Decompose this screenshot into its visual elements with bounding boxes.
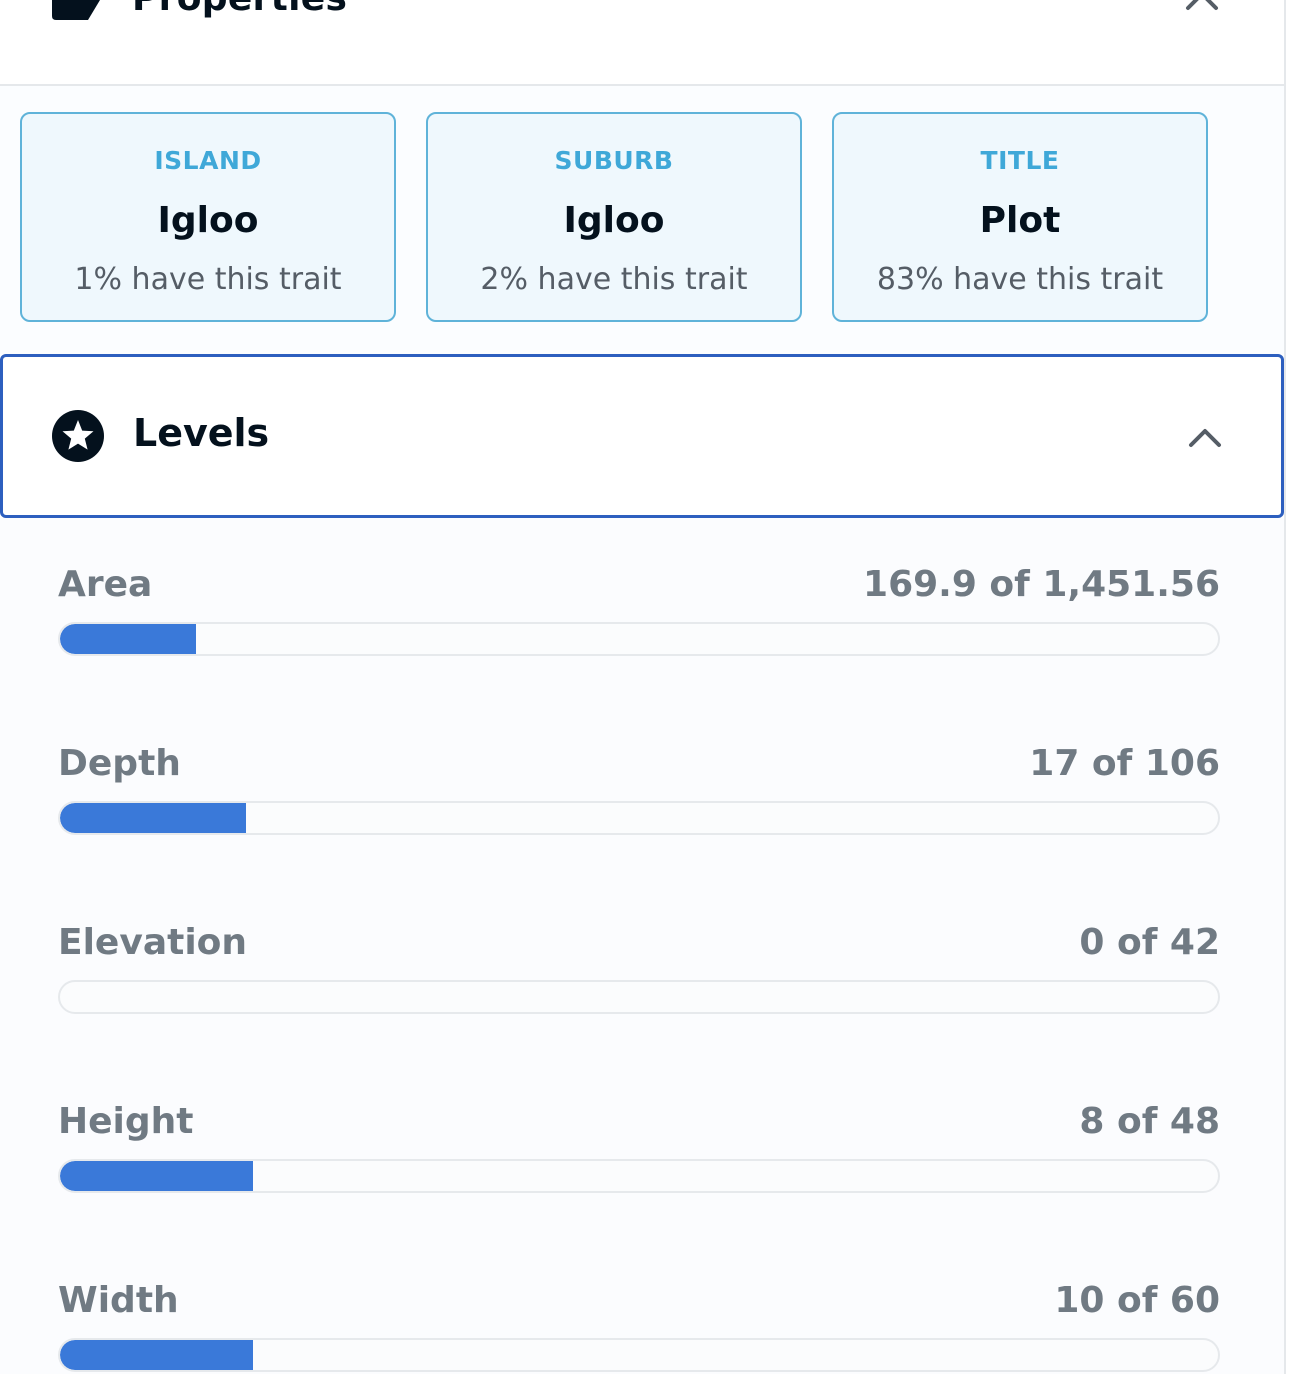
trait-card-title[interactable]: TITLE Plot 83% have this trait: [832, 112, 1208, 322]
trait-value: Plot: [979, 200, 1061, 241]
level-row-area: Area 169.9 of 1,451.56: [58, 564, 1220, 674]
chevron-up-icon[interactable]: [1184, 0, 1220, 14]
trait-card-suburb[interactable]: SUBURB Igloo 2% have this trait: [426, 112, 802, 322]
tag-icon: [52, 0, 100, 20]
trait-type: SUBURB: [554, 146, 674, 175]
chevron-up-icon[interactable]: [1187, 425, 1223, 449]
item-details-panel: Properties ISLAND Igloo 1% have this tra…: [0, 0, 1286, 1374]
trait-rarity: 1% have this trait: [74, 262, 342, 297]
properties-traits: ISLAND Igloo 1% have this trait SUBURB I…: [0, 86, 1284, 354]
level-progress-fill: [60, 624, 196, 654]
level-row-height: Height 8 of 48: [58, 1101, 1220, 1211]
levels-title: Levels: [133, 411, 270, 455]
trait-card-island[interactable]: ISLAND Igloo 1% have this trait: [20, 112, 396, 322]
level-progress-bar: [58, 980, 1220, 1014]
levels-header[interactable]: Levels: [0, 354, 1284, 518]
star-circle-icon: [52, 410, 104, 462]
properties-title: Properties: [132, 0, 347, 19]
trait-rarity: 83% have this trait: [876, 262, 1164, 297]
trait-value: Igloo: [563, 200, 665, 241]
levels-list: Area 169.9 of 1,451.56 Depth 17 of 106 E…: [0, 518, 1284, 1374]
level-progress-bar: [58, 1159, 1220, 1193]
level-name: Depth: [58, 743, 181, 784]
properties-header[interactable]: Properties: [0, 0, 1284, 86]
level-progress-fill: [60, 1161, 253, 1191]
trait-rarity: 2% have this trait: [480, 262, 748, 297]
level-progress-bar: [58, 622, 1220, 656]
level-name: Area: [58, 564, 153, 605]
level-name: Height: [58, 1101, 194, 1142]
level-value: 10 of 60: [1054, 1280, 1220, 1321]
level-row-depth: Depth 17 of 106: [58, 743, 1220, 853]
level-value: 8 of 48: [1079, 1101, 1220, 1142]
level-progress-bar: [58, 1338, 1220, 1372]
level-name: Elevation: [58, 922, 248, 963]
level-progress-fill: [60, 803, 246, 833]
level-progress-bar: [58, 801, 1220, 835]
trait-type: ISLAND: [154, 146, 262, 175]
level-progress-fill: [60, 1340, 253, 1370]
level-row-elevation: Elevation 0 of 42: [58, 922, 1220, 1032]
trait-value: Igloo: [157, 200, 259, 241]
trait-type: TITLE: [980, 146, 1060, 175]
level-value: 169.9 of 1,451.56: [863, 564, 1220, 605]
level-name: Width: [58, 1280, 179, 1321]
level-value: 17 of 106: [1029, 743, 1220, 784]
level-value: 0 of 42: [1079, 922, 1220, 963]
